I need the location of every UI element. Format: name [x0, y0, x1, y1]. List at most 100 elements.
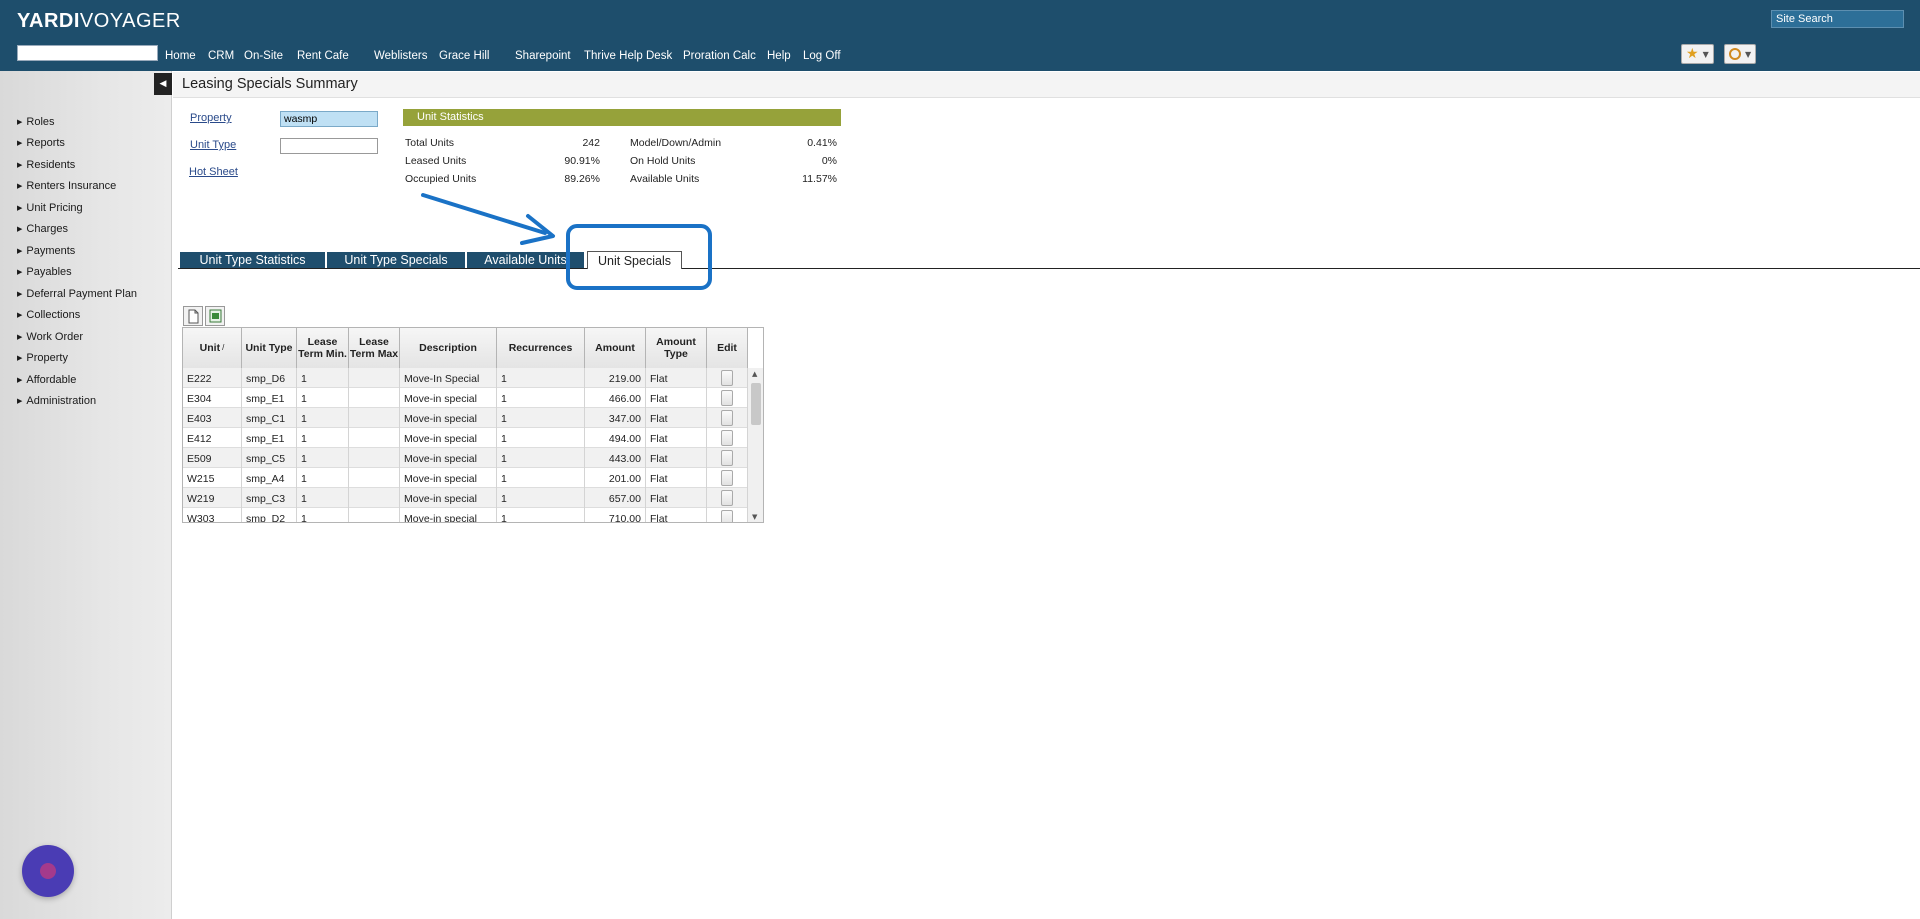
sidebar-item-reports[interactable]: ▶ Reports [17, 137, 65, 149]
sidebar-item-charges[interactable]: ▶ Charges [17, 223, 68, 235]
nav-crm[interactable]: CRM [208, 50, 234, 62]
caret-right-icon: ▶ [17, 119, 23, 126]
nav-weblisters[interactable]: Weblisters [374, 50, 427, 62]
table-row[interactable]: E403 smp_C1 1 Move-in special 1 347.00 Flat [183, 408, 748, 428]
table-row[interactable]: W303 smp_D2 1 Move-in special 1 710.00 Flat [183, 508, 748, 522]
column-header-amount[interactable]: Amount [585, 328, 646, 368]
sidebar-item-residents[interactable]: ▶ Residents [17, 159, 75, 171]
chat-help-bubble[interactable] [22, 845, 74, 897]
column-header-lease-term-max[interactable]: Lease Term Max [349, 328, 400, 368]
sidebar-item-payments[interactable]: ▶ Payments [17, 245, 75, 257]
cell-lease-term-min: 1 [297, 468, 349, 488]
sidebar-item-payables[interactable]: ▶ Payables [17, 266, 72, 278]
sidebar-item-collections[interactable]: ▶ Collections [17, 309, 80, 321]
grid-scrollbar[interactable]: ▲ ▼ [748, 368, 763, 522]
tab-unit-type-specials[interactable]: Unit Type Specials [327, 252, 465, 268]
nav-home[interactable]: Home [165, 50, 196, 62]
cell-lease-term-max [349, 448, 400, 468]
table-row[interactable]: E222 smp_D6 1 Move-In Special 1 219.00 Flat [183, 368, 748, 388]
site-search-input[interactable]: Site Search [1771, 10, 1904, 28]
table-row[interactable]: E304 smp_E1 1 Move-in special 1 466.00 Flat [183, 388, 748, 408]
sidebar-item-work-order[interactable]: ▶ Work Order [17, 331, 83, 343]
property-quick-input[interactable] [17, 45, 158, 61]
edit-row-button[interactable] [721, 370, 733, 386]
cell-lease-term-max [349, 368, 400, 388]
sidebar-item-label: Charges [26, 223, 68, 235]
cell-unit-type: smp_C5 [242, 448, 297, 468]
unit-type-input[interactable] [280, 138, 378, 154]
table-row[interactable]: W215 smp_A4 1 Move-in special 1 201.00 Flat [183, 468, 748, 488]
cell-amount: 347.00 [585, 408, 646, 428]
caret-right-icon: ▶ [17, 140, 23, 147]
favorites-button[interactable]: ★ ▼ [1681, 44, 1714, 64]
property-link[interactable]: Property [190, 112, 232, 124]
table-row[interactable]: W219 smp_C3 1 Move-in special 1 657.00 Flat [183, 488, 748, 508]
sidebar-item-renters-insurance[interactable]: ▶ Renters Insurance [17, 180, 116, 192]
column-header-amount-type[interactable]: Amount Type [646, 328, 707, 368]
cell-lease-term-max [349, 408, 400, 428]
collapse-sidebar-button[interactable]: ◀ [154, 73, 172, 95]
nav-on-site[interactable]: On-Site [244, 50, 283, 62]
cell-recurrences: 1 [497, 368, 585, 388]
new-document-button[interactable] [183, 306, 203, 326]
export-excel-button[interactable] [205, 306, 225, 326]
nav-help[interactable]: Help [767, 50, 791, 62]
nav-rent-cafe[interactable]: Rent Cafe [297, 50, 349, 62]
column-header-unit[interactable]: Unit / [183, 328, 242, 368]
scroll-down-icon[interactable]: ▼ [752, 513, 757, 521]
tab-unit-type-statistics[interactable]: Unit Type Statistics [180, 252, 325, 268]
cell-recurrences: 1 [497, 388, 585, 408]
nav-proration-calc[interactable]: Proration Calc [683, 50, 756, 62]
cell-lease-term-min: 1 [297, 488, 349, 508]
sidebar-item-unit-pricing[interactable]: ▶ Unit Pricing [17, 202, 83, 214]
cell-edit [707, 508, 748, 522]
sidebar-item-roles[interactable]: ▶ Roles [17, 116, 55, 128]
edit-row-button[interactable] [721, 470, 733, 486]
property-input[interactable] [280, 111, 378, 127]
yardi-voyager-logo[interactable]: YARDIVOYAGER [17, 10, 181, 33]
nav-sharepoint[interactable]: Sharepoint [515, 50, 571, 62]
table-row[interactable]: E412 smp_E1 1 Move-in special 1 494.00 Flat [183, 428, 748, 448]
stat-value-leased-units: 90.91% [564, 155, 600, 167]
column-header-description[interactable]: Description [400, 328, 497, 368]
column-header-edit: Edit [707, 328, 748, 368]
sidebar-item-affordable[interactable]: ▶ Affordable [17, 374, 76, 386]
cell-unit: E403 [183, 408, 242, 428]
edit-row-button[interactable] [721, 510, 733, 522]
unit-type-link[interactable]: Unit Type [190, 139, 236, 151]
chat-icon [40, 863, 56, 879]
caret-right-icon: ▶ [17, 248, 23, 255]
cell-unit-type: smp_A4 [242, 468, 297, 488]
history-button[interactable]: ▼ [1724, 44, 1757, 64]
sidebar-item-label: Collections [26, 309, 81, 321]
sidebar [0, 71, 172, 919]
table-row[interactable]: E509 smp_C5 1 Move-in special 1 443.00 Flat [183, 448, 748, 468]
edit-row-button[interactable] [721, 410, 733, 426]
cell-description: Move-in special [400, 408, 497, 428]
edit-row-button[interactable] [721, 390, 733, 406]
scroll-up-icon[interactable]: ▲ [752, 370, 757, 378]
column-header-lease-term-min[interactable]: Lease Term Min. [297, 328, 349, 368]
scroll-thumb[interactable] [751, 383, 761, 425]
edit-row-button[interactable] [721, 490, 733, 506]
caret-right-icon: ▶ [17, 398, 23, 405]
nav-log-off[interactable]: Log Off [803, 50, 841, 62]
tab-unit-specials[interactable]: Unit Specials [587, 251, 682, 269]
cell-edit [707, 388, 748, 408]
nav-thrive-help-desk[interactable]: Thrive Help Desk [584, 50, 672, 62]
column-header-unit-type[interactable]: Unit Type [242, 328, 297, 368]
sidebar-item-property[interactable]: ▶ Property [17, 352, 68, 364]
edit-row-button[interactable] [721, 430, 733, 446]
nav-grace-hill[interactable]: Grace Hill [439, 50, 489, 62]
cell-amount: 443.00 [585, 448, 646, 468]
sidebar-item-deferral-payment-plan[interactable]: ▶ Deferral Payment Plan [17, 288, 137, 300]
hot-sheet-link[interactable]: Hot Sheet [189, 166, 238, 178]
sidebar-item-administration[interactable]: ▶ Administration [17, 395, 96, 407]
column-header-recurrences[interactable]: Recurrences [497, 328, 585, 368]
sidebar-item-label: Payments [26, 245, 76, 257]
tab-available-units[interactable]: Available Units [467, 252, 584, 268]
cell-recurrences: 1 [497, 468, 585, 488]
cell-amount: 710.00 [585, 508, 646, 522]
edit-row-button[interactable] [721, 450, 733, 466]
star-icon: ★ [1686, 46, 1699, 62]
